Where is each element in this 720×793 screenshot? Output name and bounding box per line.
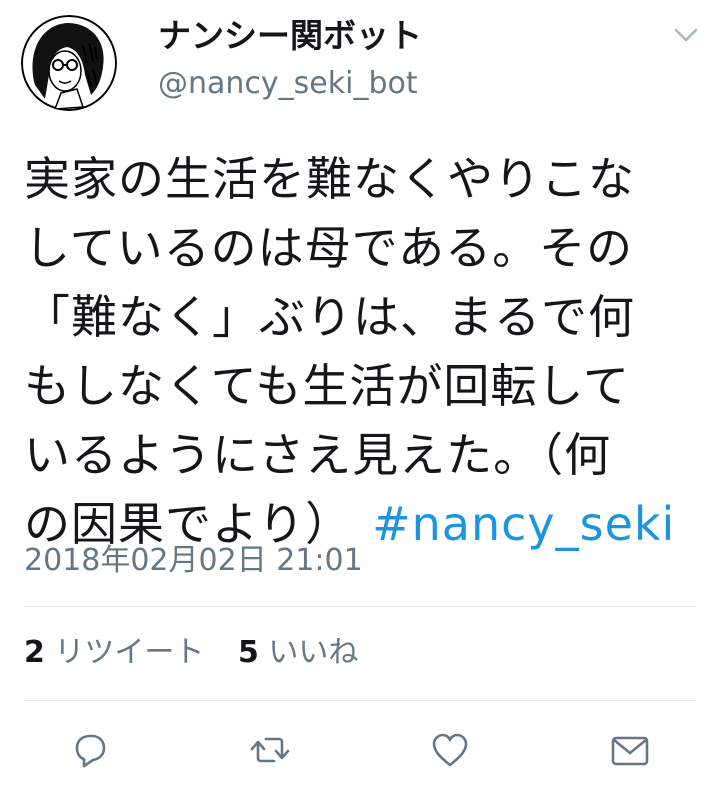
retweet-stat[interactable]: 2 リツイート [24,635,204,670]
tweet-timestamp[interactable]: 2018年02月02日 21:01 [24,538,363,584]
tweet-actions [0,720,720,780]
tweet-text-line: 実家の生活を難なくやりこな [24,152,635,206]
hashtag-link[interactable]: #nancy_seki [372,497,675,551]
reply-icon [75,734,106,768]
display-name[interactable]: ナンシー関ボット [158,14,422,58]
chevron-down-icon[interactable] [672,24,700,46]
like-count: 5 [237,635,259,670]
divider [24,700,696,701]
retweet-count: 2 [24,635,45,670]
tweet-text: 実家の生活を難なくやりこな しているのは母である。その 「難なく」ぶりは、まるで… [24,145,714,559]
retweet-icon [250,737,290,763]
tweet-text-line: 「難なく」ぶりは、まるで何 [24,290,635,344]
tweet-text-line: もしなくても生活が回転して [24,359,630,413]
tweet-stats: 2 リツイート 5 いいね [24,630,382,676]
reply-button[interactable] [68,728,112,772]
like-button[interactable] [428,728,472,772]
heart-icon [432,733,468,767]
retweet-button[interactable] [248,728,292,772]
like-stat[interactable]: 5 いいね [238,635,358,670]
portrait-illustration-icon [21,15,117,111]
like-label: いいね [268,635,359,670]
tweet-header: ナンシー関ボット @nancy_seki_bot [0,0,720,120]
envelope-icon [611,736,649,766]
user-handle[interactable]: @nancy_seki_bot [158,64,418,104]
retweet-label: リツイート [54,635,205,670]
direct-message-button[interactable] [608,728,652,772]
tweet-text-line: いるようにさえ見えた。（何 [24,428,612,482]
tweet-text-line: しているのは母である。その [24,221,634,275]
avatar[interactable] [21,15,117,111]
divider [24,606,696,607]
